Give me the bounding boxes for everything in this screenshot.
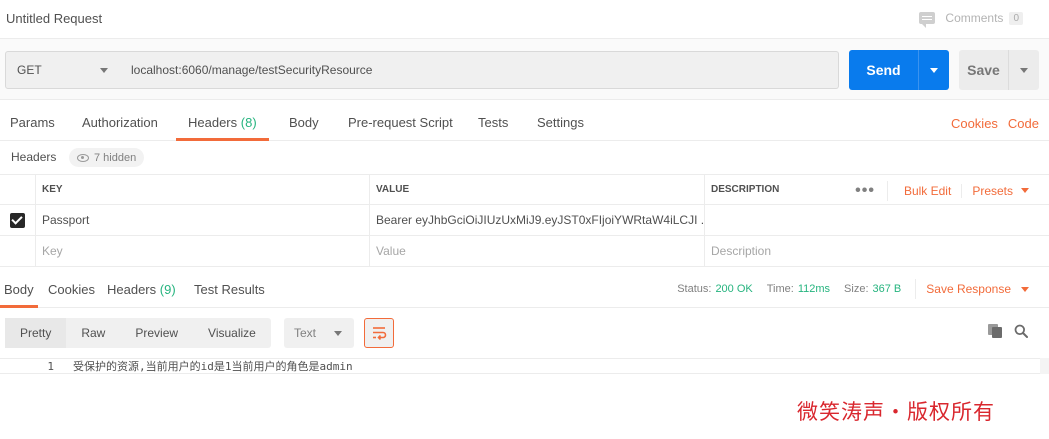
tab-authorization[interactable]: Authorization	[82, 104, 158, 141]
eye-icon	[77, 153, 89, 162]
new-value-input[interactable]: Value	[369, 236, 704, 266]
column-value: VALUE	[369, 175, 704, 204]
header-description-cell[interactable]	[704, 205, 1049, 235]
comments-label: Comments	[945, 11, 1004, 25]
url-input[interactable]: localhost:6060/manage/testSecurityResour…	[120, 51, 839, 89]
presets-dropdown[interactable]: Presets	[972, 184, 1029, 198]
response-tab-cookies[interactable]: Cookies	[48, 272, 95, 308]
response-body-editor[interactable]: 1 受保护的资源,当前用户的id是1当前用户的角色是admin	[0, 358, 1040, 374]
request-links: Cookies Code	[951, 104, 1039, 141]
presets-label: Presets	[972, 183, 1013, 198]
table-row: Passport Bearer eyJhbGciOiJIUzUxMiJ9.eyJ…	[0, 205, 1049, 236]
url-bar: GET localhost:6060/manage/testSecurityRe…	[0, 38, 1049, 100]
comments-count: 0	[1009, 11, 1023, 25]
response-tabs: Body Cookies Headers (9) Test Results St…	[0, 272, 1049, 308]
time-label: Time:	[766, 283, 794, 295]
request-tabs: Params Authorization Headers (8) Body Pr…	[0, 104, 1049, 141]
request-title-bar: Untitled Request Comments 0	[0, 0, 1049, 36]
status-label: Status:	[677, 283, 712, 295]
code-link[interactable]: Code	[1008, 104, 1039, 141]
response-status: Status: 200 OK Time: 112ms Size: 367 B S…	[677, 272, 1029, 306]
tab-tests[interactable]: Tests	[478, 104, 508, 141]
wrap-icon	[373, 327, 387, 340]
view-visualize-button[interactable]: Visualize	[193, 318, 271, 348]
comments-button[interactable]: Comments 0	[919, 11, 1023, 28]
response-tab-test-results[interactable]: Test Results	[194, 272, 265, 308]
bulk-edit-link[interactable]: Bulk Edit	[904, 183, 963, 198]
tab-settings[interactable]: Settings	[537, 104, 584, 141]
format-value: Text	[294, 326, 317, 340]
chevron-down-icon	[334, 330, 342, 336]
cookies-link[interactable]: Cookies	[951, 104, 998, 141]
send-label: Send	[866, 62, 901, 78]
time-value[interactable]: 112ms	[798, 283, 830, 295]
view-preview-button[interactable]: Preview	[120, 318, 193, 348]
send-options-button[interactable]	[918, 50, 949, 90]
response-tab-headers-count: (9)	[159, 282, 176, 297]
chevron-down-icon	[100, 67, 108, 73]
status-value[interactable]: 200 OK	[715, 283, 752, 295]
line-number: 1	[47, 360, 54, 373]
size-label: Size:	[844, 283, 869, 295]
tab-headers-count: (8)	[240, 115, 257, 130]
row-checkbox-cell	[0, 205, 35, 235]
view-pretty-button[interactable]: Pretty	[5, 318, 67, 348]
tab-body[interactable]: Body	[289, 104, 319, 141]
chevron-down-icon	[1021, 188, 1029, 193]
tab-prerequest-script[interactable]: Pre-request Script	[348, 104, 453, 141]
save-options-button[interactable]	[1008, 50, 1039, 90]
column-key: KEY	[35, 175, 369, 204]
view-raw-button[interactable]: Raw	[66, 318, 120, 348]
new-description-input[interactable]: Description	[704, 236, 1049, 266]
copy-icon[interactable]	[988, 324, 1002, 338]
tab-headers-label: Headers	[188, 115, 238, 130]
table-actions: ••• Bulk Edit Presets	[855, 175, 1029, 206]
comment-icon	[919, 12, 936, 28]
chevron-down-icon	[1021, 286, 1029, 292]
response-tab-headers[interactable]: Headers (9)	[107, 272, 176, 308]
tab-headers[interactable]: Headers (8)	[176, 104, 269, 141]
size-value[interactable]: 367 B	[873, 283, 902, 295]
row-checkbox[interactable]	[10, 212, 25, 228]
response-tab-body[interactable]: Body	[0, 272, 38, 308]
scrollbar[interactable]	[1040, 358, 1049, 374]
more-options-icon[interactable]: •••	[855, 180, 888, 201]
headers-section-label: Headers	[11, 150, 57, 164]
chevron-down-icon	[1020, 67, 1028, 73]
headers-table-head: KEY VALUE DESCRIPTION ••• Bulk Edit Pres…	[0, 174, 1049, 205]
search-icon[interactable]	[1014, 324, 1028, 338]
tab-params[interactable]: Params	[10, 104, 55, 141]
hidden-headers-label: 7 hidden	[94, 151, 137, 164]
header-key-cell[interactable]: Passport	[35, 205, 369, 235]
format-select[interactable]: Text	[284, 318, 354, 348]
send-button[interactable]: Send	[849, 50, 949, 90]
save-response-dropdown[interactable]: Save Response	[926, 282, 1029, 296]
response-body-line[interactable]: 受保护的资源,当前用户的id是1当前用户的角色是admin	[73, 359, 353, 375]
wrap-lines-button[interactable]	[364, 318, 394, 348]
method-value: GET	[17, 63, 42, 77]
divider	[915, 279, 917, 299]
save-button[interactable]: Save	[959, 50, 1039, 90]
header-value-cell[interactable]: Bearer eyJhbGciOiJIUzUxMiJ9.eyJST0xFIjoi…	[369, 205, 704, 235]
request-title[interactable]: Untitled Request	[6, 11, 102, 26]
hidden-headers-toggle[interactable]: 7 hidden	[69, 148, 145, 167]
response-tab-headers-label: Headers	[107, 282, 157, 297]
watermark: 微笑涛声・版权所有	[797, 400, 995, 424]
save-response-label: Save Response	[926, 282, 1011, 296]
save-label: Save	[967, 62, 1000, 78]
new-key-input[interactable]: Key	[35, 236, 369, 266]
header-check-column	[0, 175, 35, 204]
chevron-down-icon	[930, 67, 938, 73]
method-select[interactable]: GET	[5, 51, 121, 89]
body-view-modes: Pretty Raw Preview Visualize	[5, 318, 271, 348]
table-row-new: Key Value Description	[0, 236, 1049, 267]
row-checkbox-cell	[0, 236, 35, 266]
